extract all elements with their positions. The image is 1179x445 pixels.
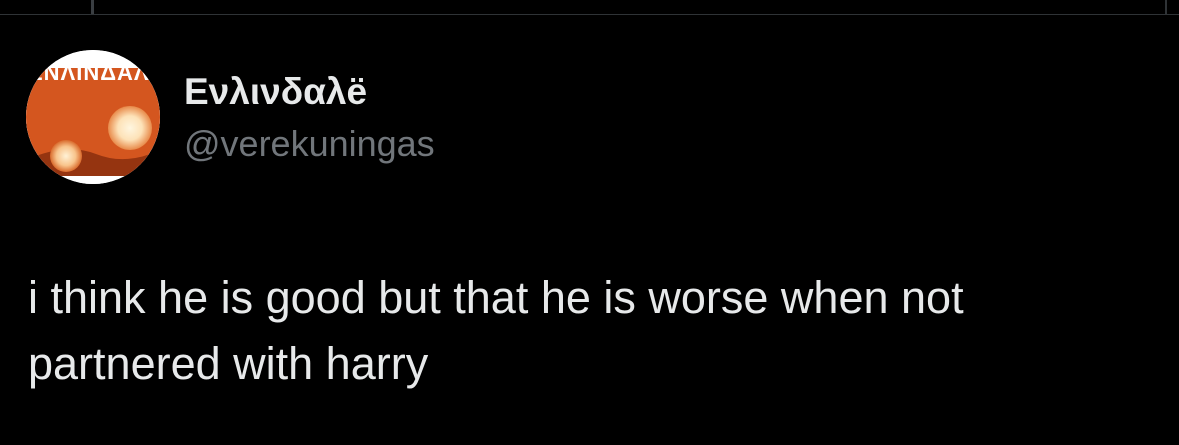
tweet-text: i think he is good but that he is worse … (28, 272, 964, 389)
display-name[interactable]: Ενλινδαλë (184, 70, 367, 114)
avatar-banner-text: ΕΝΛΙΝΔΑΛΫ (28, 60, 160, 85)
thread-connector-line (91, 0, 94, 14)
top-divider (0, 14, 1179, 15)
avatar[interactable]: ΕΝΛΙΝΔΑΛΫ (26, 50, 160, 184)
divider-edge (1165, 0, 1167, 14)
user-handle[interactable]: @verekuningas (184, 122, 435, 166)
avatar-image: ΕΝΛΙΝΔΑΛΫ (26, 50, 160, 184)
